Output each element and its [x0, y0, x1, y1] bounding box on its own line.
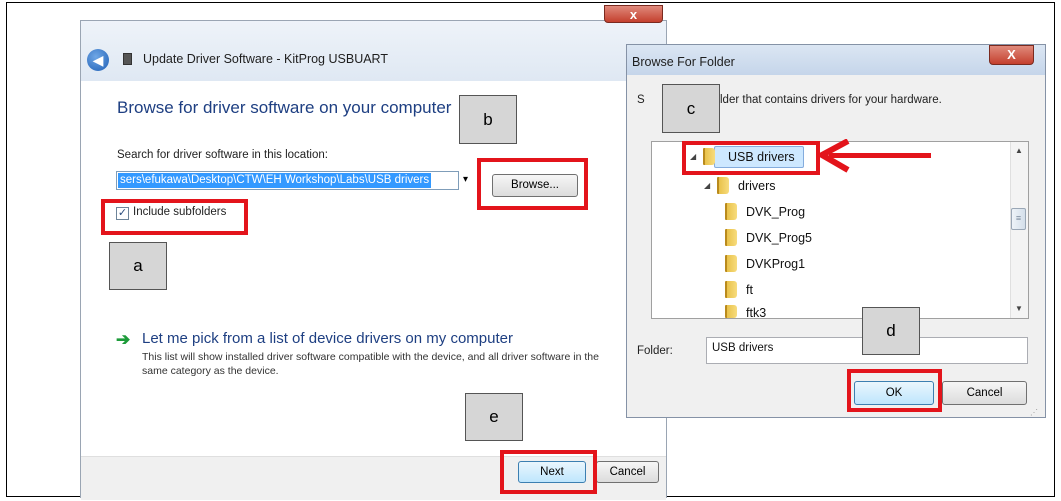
folder-icon [725, 229, 737, 246]
folder-input-value[interactable]: USB drivers [712, 342, 773, 354]
annotation-label-b: b [459, 95, 517, 144]
folder-icon [725, 281, 737, 298]
folder-label: Folder: [637, 345, 673, 357]
highlight-next-button [500, 450, 597, 494]
scroll-thumb[interactable]: ≡ [1011, 208, 1026, 230]
tree-item[interactable]: DVK_Prog [746, 205, 805, 219]
back-arrow-icon[interactable]: ◀ [87, 49, 109, 71]
expand-icon[interactable]: ◢ [704, 181, 710, 190]
highlight-ok-button [847, 369, 942, 412]
chevron-down-icon[interactable]: ▾ [463, 174, 468, 185]
driver-path-value[interactable]: sers\efukawa\Desktop\CTW\EH Workshop\Lab… [118, 173, 432, 188]
resize-grip-icon[interactable]: ⋰ [1030, 408, 1038, 417]
page-heading: Browse for driver software on your compu… [117, 98, 452, 117]
tree-item[interactable]: DVK_Prog5 [746, 231, 812, 245]
green-arrow-icon[interactable]: ➔ [116, 330, 130, 350]
browse-dialog-title: Browse For Folder [632, 55, 735, 69]
close-icon[interactable]: x [604, 5, 663, 23]
tree-item-drivers[interactable]: drivers [738, 179, 776, 193]
update-dialog-titlebar [81, 21, 666, 81]
update-driver-dialog [80, 20, 667, 500]
browse-instruction-prefix: S [637, 94, 645, 106]
tree-item[interactable]: ftk3 [746, 306, 766, 318]
folder-icon [725, 203, 737, 220]
highlight-usb-drivers [682, 141, 820, 175]
folder-icon [725, 255, 737, 272]
device-icon [123, 53, 132, 65]
pick-from-list-description: This list will show installed driver sof… [142, 351, 599, 377]
red-arrow-icon [818, 139, 850, 173]
annotation-label-d: d [862, 307, 920, 355]
annotation-label-e: e [465, 393, 523, 441]
browse-cancel-button[interactable]: Cancel [942, 381, 1027, 405]
tree-scrollbar[interactable] [1010, 142, 1028, 318]
highlight-browse-button [477, 158, 588, 210]
tree-item[interactable]: DVKProg1 [746, 257, 805, 271]
scroll-up-icon[interactable]: ▲ [1010, 146, 1028, 155]
scroll-down-icon[interactable]: ▼ [1010, 304, 1028, 313]
update-dialog-title: Update Driver Software - KitProg USBUART [143, 52, 388, 66]
browse-close-icon[interactable]: X [989, 45, 1034, 65]
search-location-label: Search for driver software in this locat… [117, 149, 328, 161]
cancel-button[interactable]: Cancel [596, 461, 659, 483]
highlight-include-subfolders [101, 199, 248, 235]
folder-icon [717, 177, 729, 194]
pick-from-list-link[interactable]: Let me pick from a list of device driver… [142, 330, 513, 347]
browse-instruction: lder that contains drivers for your hard… [720, 94, 942, 106]
tree-item[interactable]: ft [746, 283, 753, 297]
annotation-label-a: a [109, 242, 167, 290]
folder-icon [725, 305, 737, 318]
annotation-label-c: c [662, 84, 720, 133]
